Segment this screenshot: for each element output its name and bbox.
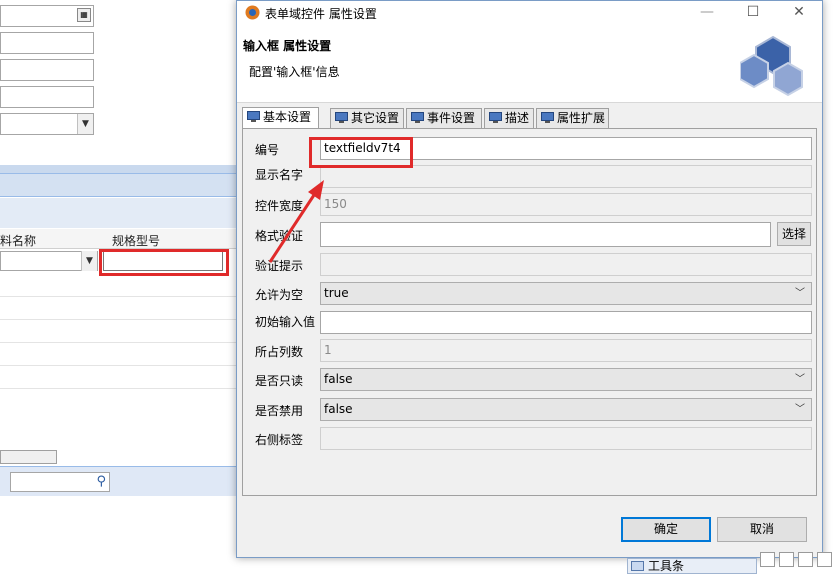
chevron-down-icon: ﹀ (795, 404, 805, 415)
readonly-value: false (324, 372, 353, 386)
search-icon[interactable]: ⚲ (96, 474, 106, 489)
tab-description[interactable]: 描述 (484, 108, 534, 128)
calendar-icon[interactable]: ▦ (77, 8, 91, 22)
chevron-down-icon: ﹀ (795, 374, 805, 385)
tab-event-settings[interactable]: 事件设置 (406, 108, 482, 128)
grid-row-divider (0, 319, 240, 320)
dialog-title: 表单域控件 属性设置 (265, 7, 377, 21)
allow-empty-select[interactable]: true ﹀ (320, 282, 812, 305)
initial-value-label: 初始输入值 (255, 315, 316, 329)
grid-row-divider (0, 342, 240, 343)
columns-label: 所占列数 (255, 345, 304, 359)
right-label-input (320, 427, 812, 450)
monitor-icon (335, 112, 348, 123)
status-square-icon (798, 552, 813, 567)
width-input: 150 (320, 193, 812, 216)
readonly-select[interactable]: false ﹀ (320, 368, 812, 391)
disabled-select[interactable]: false ﹀ (320, 398, 812, 421)
monitor-icon (541, 112, 554, 123)
grid-row-divider (0, 388, 240, 389)
disabled-value: false (324, 402, 353, 416)
hexagon-logo-icon (740, 35, 803, 97)
grid-col-spec: 规格型号 (112, 234, 161, 248)
tab-label: 其它设置 (351, 111, 400, 125)
columns-input: 1 (320, 339, 812, 362)
initial-value-input[interactable] (320, 311, 812, 334)
display-name-input (320, 165, 812, 188)
bg-toolbar (0, 198, 240, 228)
bg-input-1[interactable] (0, 32, 94, 54)
chevron-down-icon[interactable]: ▼ (77, 114, 93, 134)
annotation-arrow-icon (268, 180, 324, 263)
app-icon (245, 5, 260, 20)
dialog-titlebar[interactable]: 表单域控件 属性设置 — ☐ ✕ (237, 1, 822, 25)
format-input[interactable] (320, 222, 771, 247)
minimize-button[interactable]: — (684, 1, 730, 25)
disabled-label: 是否禁用 (255, 404, 304, 418)
bg-panel-header (0, 173, 240, 197)
tab-other-settings[interactable]: 其它设置 (330, 108, 404, 128)
tab-label: 属性扩展 (557, 111, 606, 125)
toolbar-label: 工具条 (648, 559, 685, 573)
choose-button[interactable]: 选择 (777, 222, 811, 246)
annotation-red-box-grid (99, 249, 229, 276)
monitor-icon (489, 112, 502, 123)
chevron-down-icon: ﹀ (795, 288, 805, 299)
allow-empty-label: 允许为空 (255, 288, 304, 302)
grid-col-name: 料名称 (0, 234, 37, 248)
cancel-button[interactable]: 取消 (717, 517, 807, 542)
bg-grid-combo[interactable]: ▼ (0, 251, 98, 271)
bg-input-2[interactable] (0, 59, 94, 81)
header-title: 输入框 属性设置 (243, 39, 332, 53)
toolbar-icon (631, 561, 644, 571)
grid-row-divider (0, 296, 240, 297)
monitor-icon (247, 111, 260, 122)
tab-basic-settings[interactable]: 基本设置 (242, 107, 319, 128)
property-dialog: 表单域控件 属性设置 — ☐ ✕ 输入框 属性设置 配置'输入框'信息 基本设置… (236, 0, 823, 558)
monitor-icon (411, 112, 424, 123)
id-label: 编号 (255, 143, 280, 157)
bg-date-input[interactable]: ▦ (0, 5, 94, 27)
hint-input (320, 253, 812, 276)
chevron-down-icon[interactable]: ▼ (81, 251, 97, 271)
header-subtitle: 配置'输入框'信息 (249, 65, 340, 79)
bg-footer-bar: ⚲ (0, 466, 240, 496)
bg-input-3[interactable] (0, 86, 94, 108)
tab-label: 基本设置 (263, 110, 312, 124)
dialog-header: 输入框 属性设置 配置'输入框'信息 (237, 25, 822, 103)
tab-bar: 基本设置 其它设置 事件设置 描述 属性扩展 (242, 107, 817, 128)
close-button[interactable]: ✕ (776, 1, 822, 25)
bg-search-input[interactable]: ⚲ (10, 472, 110, 492)
bg-combo[interactable]: ▼ (0, 113, 94, 135)
bg-grid-header: 料名称 规格型号 (0, 229, 240, 249)
readonly-label: 是否只读 (255, 374, 304, 388)
taskbar-toolbar-item[interactable]: 工具条 (627, 558, 757, 574)
status-square-icon (779, 552, 794, 567)
right-label-label: 右侧标签 (255, 433, 304, 447)
status-square-icon (817, 552, 832, 567)
allow-empty-value: true (324, 286, 349, 300)
tab-property-extension[interactable]: 属性扩展 (536, 108, 609, 128)
bg-band-top (0, 165, 240, 173)
ok-button[interactable]: 确定 (621, 517, 711, 542)
tab-label: 事件设置 (427, 111, 476, 125)
status-square-icon (760, 552, 775, 567)
tab-label: 描述 (505, 111, 530, 125)
grid-row-divider (0, 365, 240, 366)
bg-scrollbar[interactable] (0, 450, 57, 464)
maximize-button[interactable]: ☐ (730, 1, 776, 25)
